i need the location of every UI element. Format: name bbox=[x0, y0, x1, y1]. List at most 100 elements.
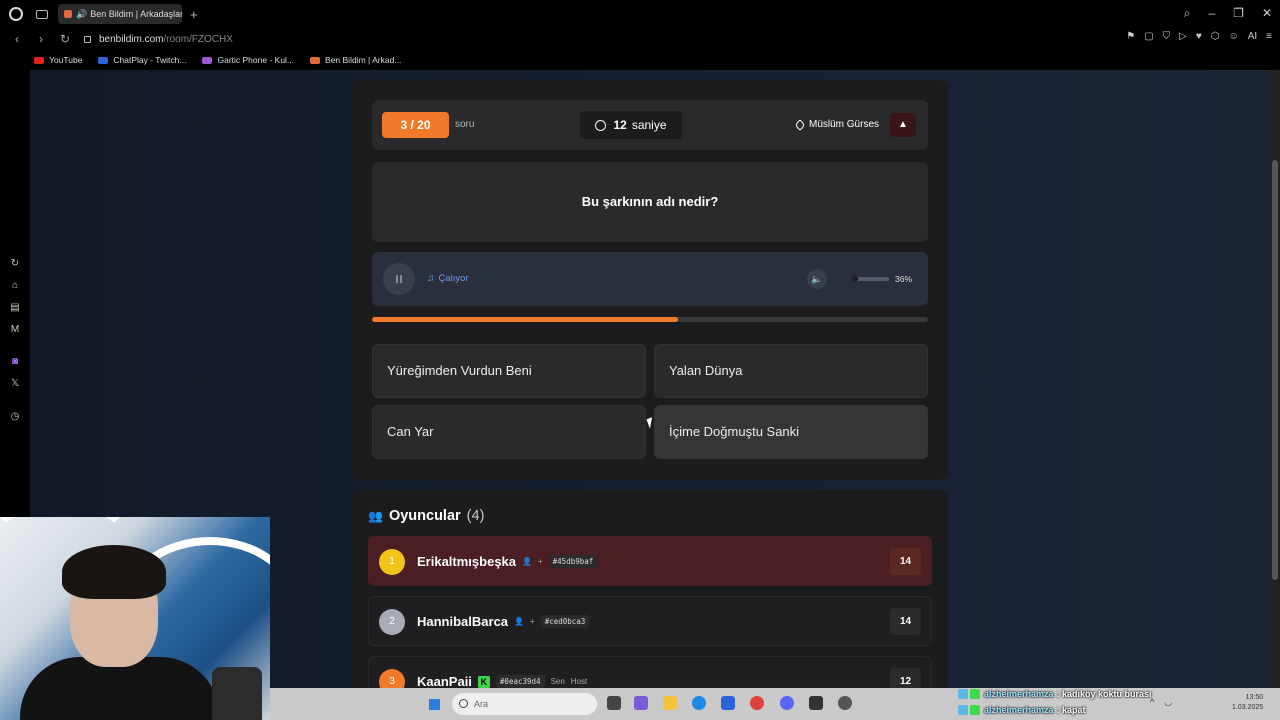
clock-icon[interactable]: ◷ bbox=[9, 411, 21, 423]
webcam-overlay bbox=[0, 517, 270, 720]
timer-seconds: 12 bbox=[613, 118, 627, 132]
pause-button[interactable] bbox=[383, 263, 415, 295]
wallet-icon[interactable]: ▤ bbox=[9, 302, 21, 314]
player-row: 2 HannibalBarca 👤 + #ced0bca3 14 bbox=[368, 596, 932, 646]
users-icon: 👥 bbox=[368, 509, 383, 523]
player-id: #0eac39d4 bbox=[495, 675, 545, 688]
page-scrollbar[interactable] bbox=[1270, 70, 1280, 688]
youtube-icon bbox=[34, 56, 44, 64]
report-button[interactable]: ▲ bbox=[890, 113, 916, 137]
player-name: KaanPaii bbox=[417, 674, 472, 688]
profile-icon[interactable]: ☺ bbox=[1228, 31, 1238, 42]
answer-option-4[interactable]: İçime Doğmuştu Sanki bbox=[654, 405, 928, 459]
twitch-icon[interactable]: ◙ bbox=[9, 356, 21, 368]
bookmark-benbildim[interactable]: Ben Bildim | Arkad... bbox=[310, 55, 401, 65]
new-tab-button[interactable]: + bbox=[190, 7, 198, 22]
discord-icon[interactable] bbox=[780, 696, 794, 710]
badge-icon bbox=[970, 705, 980, 715]
reload-icon[interactable]: ↻ bbox=[58, 32, 72, 46]
minimize-button[interactable]: – bbox=[1208, 6, 1215, 21]
bookmark-gartic[interactable]: Gartic Phone - Kul... bbox=[202, 55, 294, 65]
app-icon[interactable] bbox=[838, 696, 852, 710]
site-favicon-icon bbox=[64, 10, 72, 18]
copilot-icon[interactable] bbox=[634, 696, 648, 710]
chatplay-icon bbox=[98, 56, 109, 64]
add-friend-icon[interactable]: + bbox=[538, 557, 543, 566]
bookmark-chatplay[interactable]: ChatPlay - Twitch... bbox=[98, 55, 186, 65]
you-label: Sen bbox=[550, 677, 565, 686]
restore-button[interactable]: ❐ bbox=[1233, 6, 1244, 21]
player-status-label: Çalıyor bbox=[438, 273, 469, 284]
player-row: 3 KaanPaii K #0eac39d4 Sen Host 12 bbox=[368, 656, 932, 688]
snapshot-icon[interactable]: ▢ bbox=[1144, 31, 1153, 42]
address-bar: ‹ › ↻ benbildim.com/room/FZOCHX ⚑ ▢ ⛉ ▷ … bbox=[0, 28, 1280, 50]
url-field[interactable]: benbildim.com/room/FZOCHX bbox=[84, 34, 233, 45]
opera-taskbar-icon[interactable] bbox=[750, 696, 764, 710]
task-view-icon[interactable] bbox=[607, 696, 621, 710]
play-icon[interactable]: ▷ bbox=[1179, 31, 1187, 42]
browser-tab[interactable]: 🔊 Ben Bildim | Arkadaşlar bbox=[58, 4, 182, 24]
artist-tag: Müslüm Gürses bbox=[794, 118, 879, 131]
user-icon: 👤 bbox=[514, 617, 525, 626]
streamer-hair bbox=[62, 545, 166, 599]
history-icon[interactable]: ↻ bbox=[9, 258, 21, 270]
extensions-icon[interactable]: ⬡ bbox=[1211, 31, 1220, 42]
ai-button[interactable]: AI bbox=[1248, 31, 1257, 42]
shield-icon[interactable]: ⛉ bbox=[1163, 31, 1171, 42]
lock-icon bbox=[84, 35, 91, 43]
player-score: 14 bbox=[890, 548, 921, 575]
back-icon[interactable]: ‹ bbox=[10, 32, 24, 46]
scrollbar-thumb[interactable] bbox=[1272, 160, 1278, 580]
wifi-icon[interactable]: ◡ bbox=[1164, 697, 1172, 708]
windows-start-icon[interactable] bbox=[428, 698, 441, 711]
taskbar-clock[interactable]: 13:50 1.03.2025 bbox=[1232, 693, 1263, 713]
chat-user: alzheimerhamza bbox=[984, 689, 1054, 699]
search-tabs-icon[interactable]: ⌕ bbox=[1184, 6, 1191, 21]
kick-badge-icon: K bbox=[477, 675, 490, 688]
opera-logo-icon[interactable] bbox=[9, 7, 23, 21]
messenger-icon[interactable]: M bbox=[9, 324, 21, 336]
game-topbar: 3 / 20 soru 12 saniye Müslüm Gürses ▲ bbox=[372, 100, 928, 150]
players-card: 👥 Oyuncular (4) 1 Erikaltmışbeşka 👤 + #4… bbox=[352, 490, 948, 688]
answer-option-3[interactable]: Can Yar bbox=[372, 405, 646, 459]
add-friend-icon[interactable]: + bbox=[530, 617, 535, 626]
bookmark-label: Ben Bildim | Arkad... bbox=[325, 55, 402, 65]
flow-icon[interactable]: ⌂ bbox=[9, 280, 21, 292]
time-progress-bar bbox=[372, 317, 928, 322]
bookmark-icon[interactable]: ⚑ bbox=[1126, 31, 1135, 42]
rank-badge: 1 bbox=[379, 549, 405, 575]
taskbar-search[interactable]: Ara bbox=[452, 693, 597, 715]
audio-player: ♫ Çalıyor 🔈 36% bbox=[372, 252, 928, 306]
volume-slider[interactable] bbox=[836, 276, 889, 282]
volume-icon[interactable]: 🔈 bbox=[807, 269, 827, 289]
chat-message: alzheimerhamza : kapat bbox=[958, 702, 1152, 718]
speaker-icon[interactable]: 🔊 bbox=[76, 9, 87, 20]
chat-text: : kapat bbox=[1056, 705, 1086, 715]
answer-option-2[interactable]: Yalan Dünya bbox=[654, 344, 928, 398]
folder-icon[interactable] bbox=[663, 696, 677, 710]
obs-icon[interactable] bbox=[809, 696, 823, 710]
x-icon[interactable]: 𝕏 bbox=[9, 378, 21, 390]
heart-icon[interactable]: ♥ bbox=[1196, 31, 1202, 42]
system-tray: ^ ◡ bbox=[1150, 697, 1172, 708]
timer: 12 saniye bbox=[580, 111, 682, 139]
bookmark-youtube[interactable]: YouTube bbox=[34, 55, 82, 65]
edge-icon[interactable] bbox=[692, 696, 706, 710]
player-id: #45db9baf bbox=[548, 555, 598, 568]
url-domain: benbildim.com bbox=[99, 33, 164, 45]
menu-icon[interactable]: ≡ bbox=[1266, 31, 1272, 42]
tab-title: Ben Bildim | Arkadaşlar bbox=[90, 9, 182, 19]
player-row: 1 Erikaltmışbeşka 👤 + #45db9baf 14 bbox=[368, 536, 932, 586]
microphone bbox=[212, 667, 262, 720]
timer-unit: saniye bbox=[631, 118, 667, 132]
forward-icon[interactable]: › bbox=[34, 32, 48, 46]
volume-knob[interactable] bbox=[852, 276, 859, 282]
store-icon[interactable] bbox=[721, 696, 735, 710]
bookmark-label: YouTube bbox=[49, 55, 83, 65]
player-id: #ced0bca3 bbox=[540, 615, 590, 628]
answer-option-1[interactable]: Yüreğimden Vurdun Beni bbox=[372, 344, 646, 398]
player-score: 12 bbox=[890, 668, 921, 688]
tab-overview-icon[interactable] bbox=[36, 9, 48, 19]
question-counter-label: soru bbox=[455, 119, 475, 130]
close-button[interactable]: ✕ bbox=[1262, 6, 1272, 21]
